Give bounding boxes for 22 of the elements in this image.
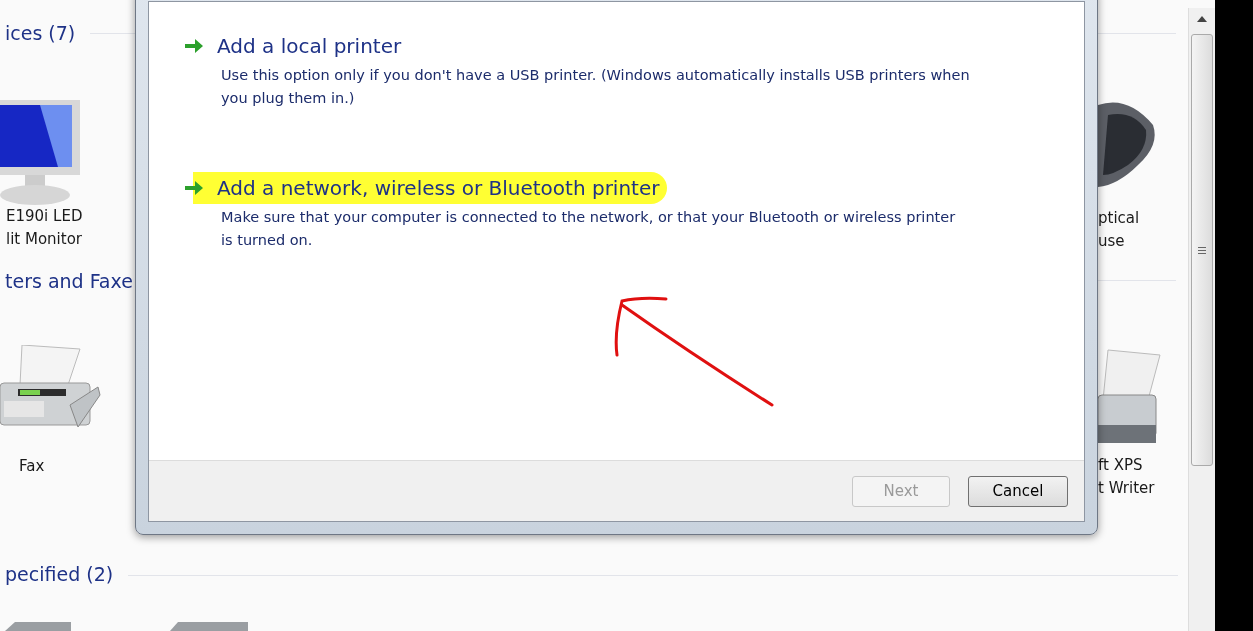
group-title: pecified (2)	[5, 563, 114, 585]
grip-icon	[1198, 246, 1206, 254]
option-description: Use this option only if you don't have a USB printer. (Windows automatically installs USB printers when you plug them in.)	[221, 66, 971, 108]
device-label: Fax	[19, 457, 45, 475]
scroll-up-icon[interactable]	[1197, 16, 1207, 22]
device-icon	[5, 620, 71, 631]
scrollbar[interactable]	[1188, 8, 1215, 631]
device-label: lit Monitor	[6, 230, 82, 248]
device-label: ft XPS	[1098, 456, 1143, 474]
device-label: E190i LED	[6, 207, 83, 225]
scroll-thumb[interactable]	[1191, 34, 1213, 466]
device-icon	[170, 620, 248, 631]
device-label: t Writer	[1098, 479, 1155, 497]
group-title: ices (7)	[5, 22, 76, 44]
option-link[interactable]: Add a local printer	[217, 30, 410, 62]
option-description: Make sure that your computer is connected to the network, or that your Bluetooth or wireless printer is turned on.	[221, 208, 957, 250]
group-title: ters and Faxe	[5, 270, 133, 292]
device-label: use	[1098, 232, 1125, 250]
arrow-icon	[185, 39, 203, 53]
device-label: ptical	[1098, 209, 1140, 227]
arrow-icon	[185, 181, 203, 195]
dialog-button[interactable]: Cancel	[968, 475, 1068, 507]
